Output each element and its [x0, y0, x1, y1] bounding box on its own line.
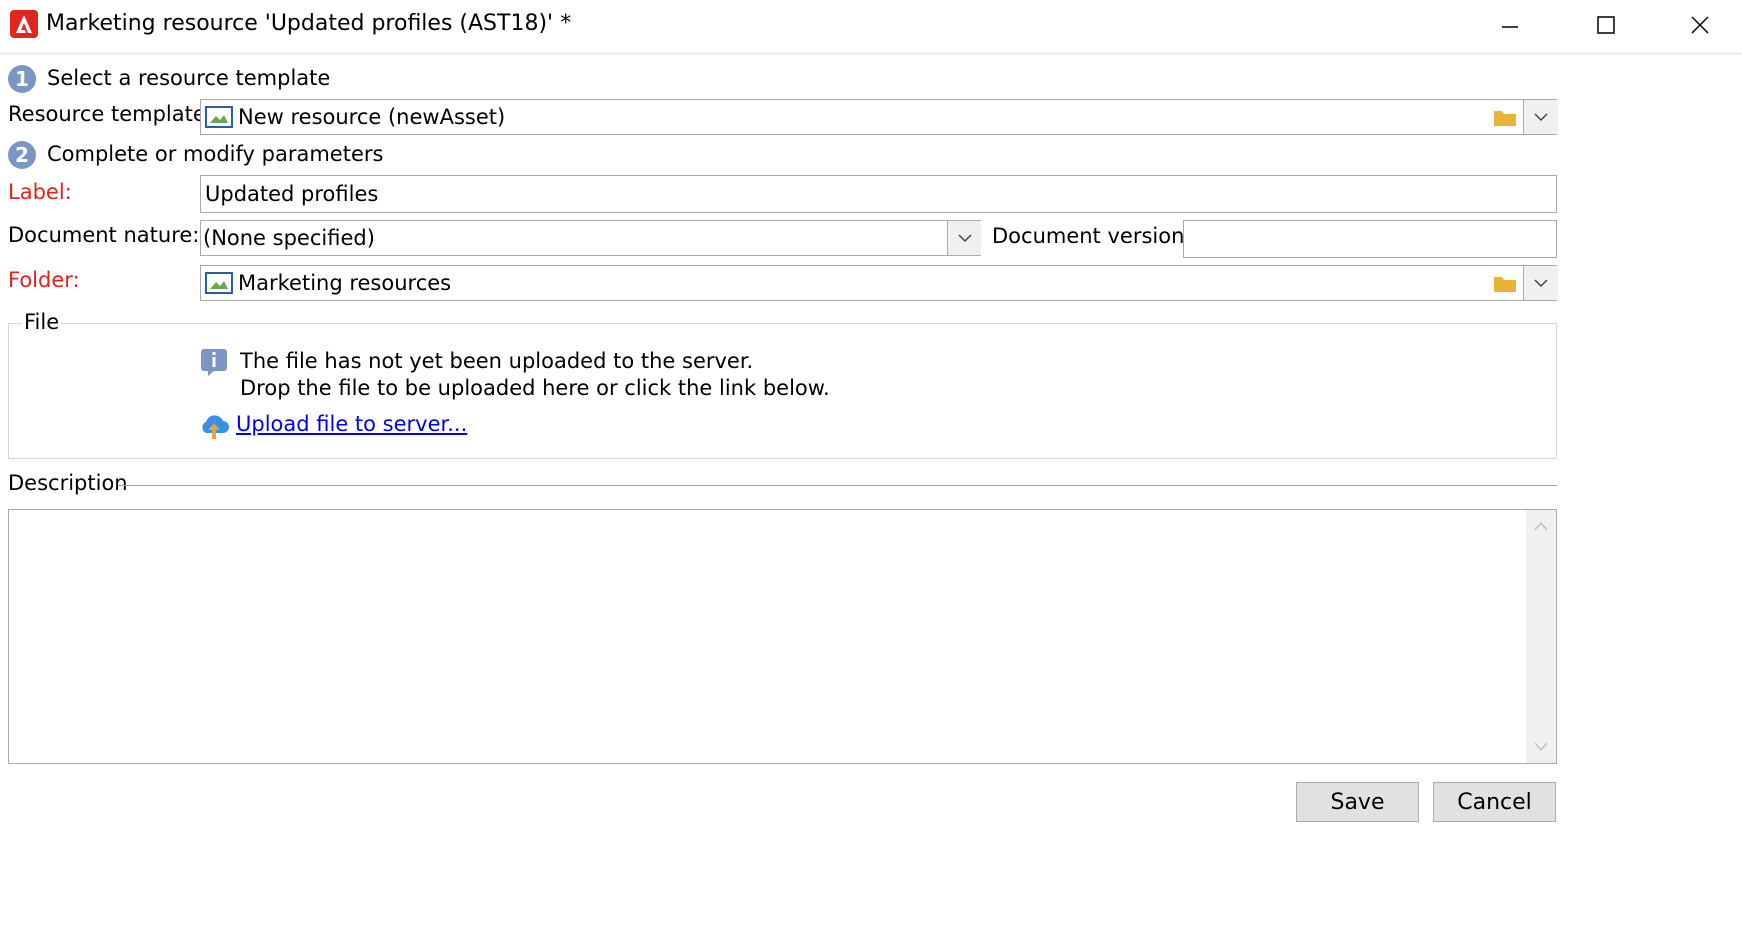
resource-template-label: Resource template: — [8, 102, 213, 126]
minimize-icon — [1502, 26, 1518, 28]
chevron-down-icon — [1534, 113, 1548, 122]
resource-icon — [205, 106, 233, 133]
document-nature-label: Document nature: — [8, 223, 200, 247]
adobe-app-icon — [10, 10, 38, 38]
description-title: Description — [8, 471, 128, 495]
file-info-line-2: Drop the file to be uploaded here or cli… — [240, 376, 830, 400]
scroll-up-icon[interactable] — [1533, 520, 1549, 532]
document-nature-select[interactable]: (None specified) — [200, 220, 981, 256]
step-1-title: Select a resource template — [47, 66, 331, 90]
maximize-icon — [1597, 16, 1615, 34]
resource-template-value: New resource (newAsset) — [238, 105, 506, 129]
chevron-down-icon — [957, 234, 972, 243]
document-nature-value: (None specified) — [203, 226, 375, 250]
folder-field[interactable]: Marketing resources — [200, 265, 1558, 301]
window-title: Marketing resource 'Updated profiles (AS… — [46, 11, 572, 36]
step-1-badge: 1 — [8, 65, 36, 93]
upload-cloud-icon — [199, 411, 229, 446]
file-info-line-1: The file has not yet been uploaded to th… — [240, 349, 754, 373]
folder-icon — [1494, 111, 1516, 126]
folder-resource-icon — [205, 272, 233, 299]
cancel-button-label: Cancel — [1457, 789, 1532, 815]
step-2-badge: 2 — [8, 141, 36, 169]
folder-dropdown[interactable] — [1523, 266, 1558, 300]
step-2-title: Complete or modify parameters — [47, 142, 384, 166]
save-button[interactable]: Save — [1296, 782, 1419, 822]
cancel-button[interactable]: Cancel — [1433, 782, 1556, 822]
description-textarea[interactable] — [8, 509, 1557, 764]
chevron-down-icon — [1534, 279, 1548, 288]
maximize-button[interactable] — [1566, 0, 1646, 50]
label-field-label: Label: — [8, 180, 72, 204]
scroll-down-icon[interactable] — [1533, 741, 1549, 753]
minimize-button[interactable] — [1470, 0, 1550, 50]
resource-template-dropdown[interactable] — [1523, 100, 1558, 134]
file-group-title: File — [22, 310, 62, 334]
folder-icon — [1494, 277, 1516, 292]
description-divider — [118, 485, 1557, 486]
description-scrollbar[interactable] — [1526, 510, 1556, 763]
folder-field-label: Folder: — [8, 268, 80, 292]
save-button-label: Save — [1330, 789, 1385, 815]
folder-browse-button[interactable] — [1488, 100, 1522, 134]
resource-template-field[interactable]: New resource (newAsset) — [200, 99, 1558, 135]
close-icon — [1691, 16, 1709, 34]
folder-value: Marketing resources — [238, 271, 452, 295]
folder-browse-button[interactable] — [1488, 266, 1522, 300]
close-button[interactable] — [1660, 0, 1740, 50]
title-bar-separator — [0, 52, 1742, 55]
info-icon — [200, 348, 228, 381]
document-version-input[interactable] — [1183, 220, 1557, 258]
label-input-value: Updated profiles — [205, 182, 379, 206]
label-input[interactable]: Updated profiles — [200, 175, 1557, 213]
document-nature-dropdown[interactable] — [947, 221, 981, 255]
upload-file-link[interactable]: Upload file to server... — [236, 412, 467, 436]
document-version-label: Document version: — [992, 224, 1192, 248]
